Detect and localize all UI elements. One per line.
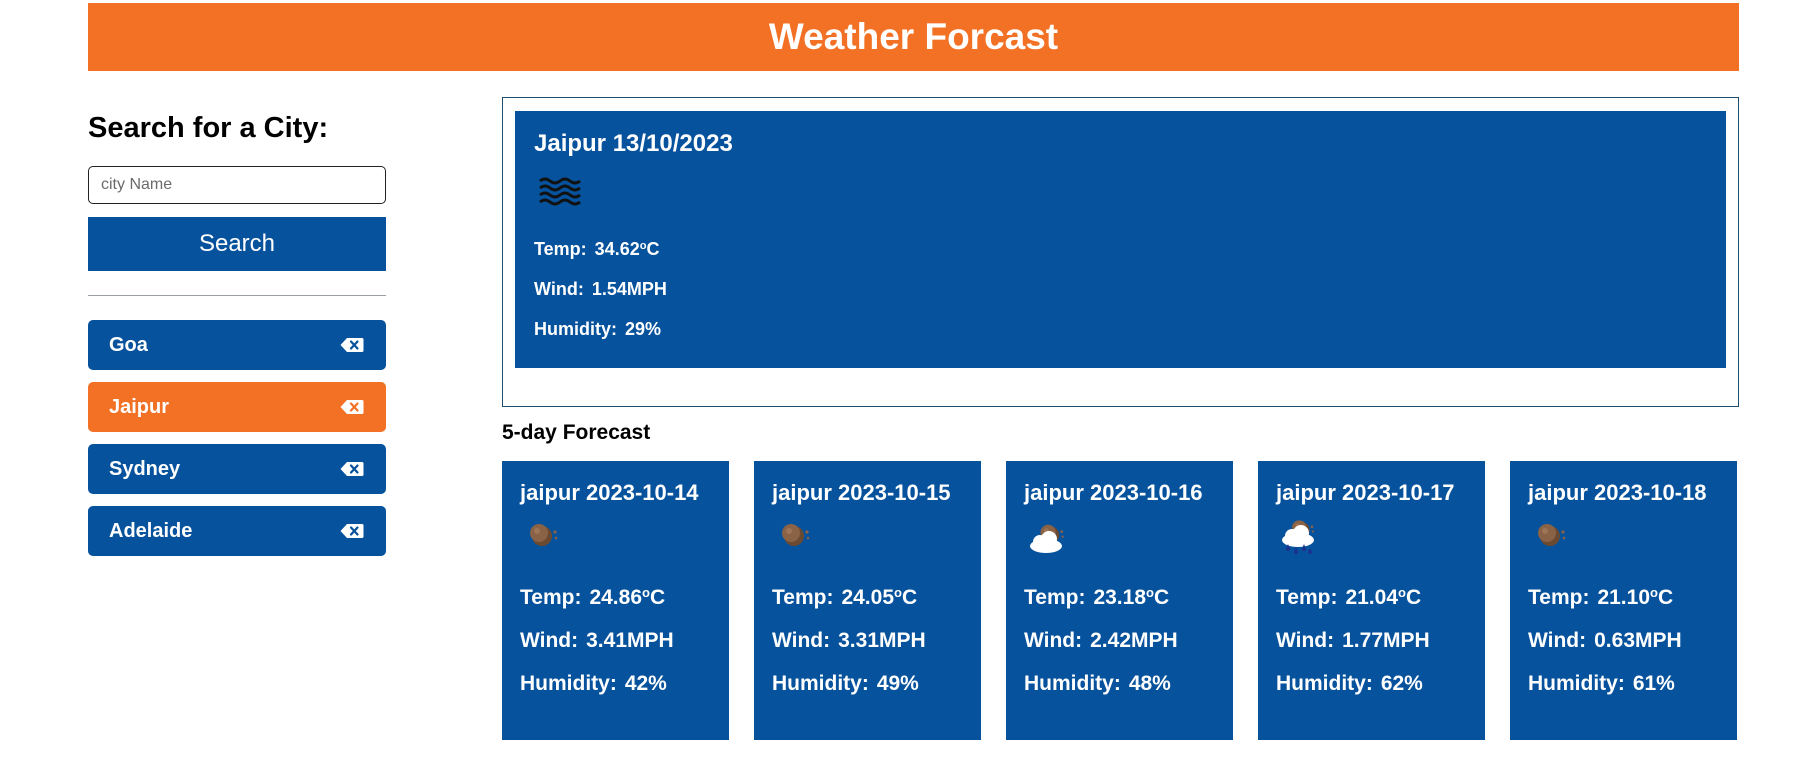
rain-night-icon [1282, 520, 1314, 554]
forecast-card: jaipur 2023-10-18 Temp: 21.10oC Wind: 0.63… [1510, 461, 1737, 740]
forecast-wind: Wind: 2.42MPH [1024, 629, 1178, 652]
forecast-temp: Temp: 24.86oC [520, 584, 666, 609]
history-city-label: Jaipur [109, 395, 170, 418]
forecast-card: jaipur 2023-10-17 Temp: 21.04oC Wind: 1.77… [1258, 461, 1485, 740]
forecast-city-date: jaipur 2023-10-16 [1024, 480, 1203, 505]
app-header: Weather Forcast [88, 3, 1739, 71]
forecast-temp: Temp: 23.18oC [1024, 584, 1170, 609]
history-city-label: Goa [109, 333, 148, 356]
history-city-label: Sydney [109, 457, 181, 480]
history-city-button[interactable]: Sydney [88, 444, 386, 494]
forecast-city-date: jaipur 2023-10-15 [772, 480, 951, 505]
forecast-temp: Temp: 21.10oC [1528, 584, 1674, 609]
mist-icon [539, 177, 581, 206]
current-weather-panel: Jaipur 13/10/2023 Temp: 34.62oC Wind: 1.54… [502, 97, 1739, 407]
history-city-button[interactable]: Goa [88, 320, 386, 370]
current-temp: Temp: 34.62oC [534, 239, 660, 259]
forecast-humidity: Humidity: 61% [1528, 672, 1675, 695]
city-search-input[interactable] [88, 166, 386, 204]
cloudy-night-icon [1030, 524, 1064, 553]
clear-night-icon [530, 524, 558, 546]
current-city-date: Jaipur 13/10/2023 [534, 130, 733, 157]
forecast-heading: 5-day Forecast [502, 421, 651, 444]
forecast-humidity: Humidity: 62% [1276, 672, 1423, 695]
clear-night-icon [782, 524, 810, 546]
current-humidity: Humidity: 29% [534, 319, 662, 339]
forecast-wind: Wind: 1.77MPH [1276, 629, 1430, 652]
forecast-wind: Wind: 3.31MPH [772, 629, 926, 652]
forecast-temp: Temp: 24.05oC [772, 584, 918, 609]
main-content: Jaipur 13/10/2023 Temp: 34.62oC Wind: 1.54… [502, 97, 1739, 740]
forecast-humidity: Humidity: 42% [520, 672, 667, 695]
forecast-wind: Wind: 3.41MPH [520, 629, 674, 652]
current-weather-card: Jaipur 13/10/2023 Temp: 34.62oC Wind: 1.54… [515, 111, 1726, 368]
search-button[interactable]: Search [88, 217, 386, 271]
forecast-card: jaipur 2023-10-16 Temp: 23.18oC Wind: 2.42… [1006, 461, 1233, 740]
divider [88, 295, 386, 296]
forecast-card: jaipur 2023-10-14 Temp: 24.86oC Wind: 3.41… [502, 461, 729, 740]
current-wind: Wind: 1.54MPH [534, 279, 667, 299]
history-city-button[interactable]: Adelaide [88, 506, 386, 556]
forecast-city-date: jaipur 2023-10-17 [1276, 480, 1455, 505]
forecast-humidity: Humidity: 49% [772, 672, 919, 695]
backspace-delete-icon[interactable] [340, 399, 364, 415]
search-history-list: Goa Jaipur Sydney Adelaide [88, 320, 386, 556]
sidebar: Search for a City: Search Goa Jaipur Syd… [88, 100, 386, 568]
clear-night-icon [1538, 524, 1566, 546]
forecast-city-date: jaipur 2023-10-14 [520, 480, 699, 505]
forecast-card: jaipur 2023-10-15 Temp: 24.05oC Wind: 3.31… [754, 461, 981, 740]
forecast-humidity: Humidity: 48% [1024, 672, 1171, 695]
backspace-delete-icon[interactable] [340, 461, 364, 477]
forecast-city-date: jaipur 2023-10-18 [1528, 480, 1707, 505]
history-city-label: Adelaide [109, 519, 193, 542]
history-city-button-active[interactable]: Jaipur [88, 382, 386, 432]
forecast-temp: Temp: 21.04oC [1276, 584, 1422, 609]
forecast-wind: Wind: 0.63MPH [1528, 629, 1682, 652]
backspace-delete-icon[interactable] [340, 523, 364, 539]
search-heading: Search for a City: [88, 112, 329, 144]
backspace-delete-icon[interactable] [340, 337, 364, 353]
forecast-row: jaipur 2023-10-14 Temp: 24.86oC Wind: 3.41… [502, 461, 1739, 740]
page-title: Weather Forcast [768, 16, 1059, 57]
